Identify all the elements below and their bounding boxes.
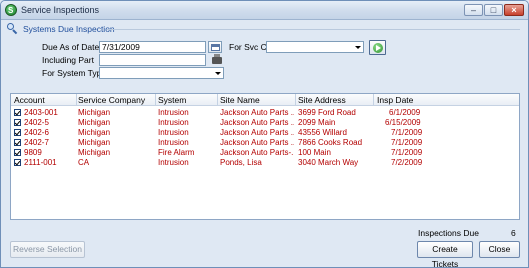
cell-site-address: 100 Main — [298, 148, 331, 157]
column-header-system[interactable]: System — [158, 95, 186, 105]
inspections-due-label: Inspections Due — [418, 228, 479, 238]
title-bar[interactable]: S Service Inspections – □ × — [1, 1, 528, 20]
cell-site-address: 3040 March Way — [298, 158, 359, 167]
checkbox-checked-icon[interactable] — [14, 139, 21, 146]
for-system-type-label: For System Type — [42, 68, 107, 78]
cell-system: Intrusion — [158, 108, 189, 117]
app-icon: S — [5, 4, 17, 16]
cell-site-name: Jackson Auto Parts ... — [220, 108, 294, 117]
grid-header: Account Service Company System Site Name… — [11, 94, 519, 106]
cell-site-name: Ponds, Lisa — [220, 158, 262, 167]
cell-site-name: Jackson Auto Parts-... — [220, 148, 294, 157]
inspections-due-count: 6 — [511, 228, 516, 238]
inspections-grid[interactable]: Account Service Company System Site Name… — [10, 93, 520, 220]
table-row[interactable]: 2402-7 Michigan Intrusion Jackson Auto P… — [11, 138, 519, 147]
cell-service-company: Michigan — [78, 128, 111, 137]
cell-system: Intrusion — [158, 128, 189, 137]
close-icon: × — [511, 5, 517, 15]
maximize-button[interactable]: □ — [484, 4, 503, 16]
cell-system: Intrusion — [158, 118, 189, 127]
cell-system: Intrusion — [158, 158, 189, 167]
close-window-button[interactable]: × — [504, 4, 524, 16]
close-button[interactable]: Close — [479, 241, 520, 258]
cell-account: 2111-001 — [24, 158, 57, 167]
cell-service-company: CA — [78, 158, 90, 167]
for-svc-co-select[interactable] — [266, 41, 364, 53]
column-divider[interactable] — [76, 94, 77, 106]
maximize-icon: □ — [490, 5, 497, 15]
table-row[interactable]: 2111-001 CA Intrusion Ponds, Lisa 3040 M… — [11, 158, 519, 167]
column-divider[interactable] — [295, 94, 296, 106]
column-header-insp-date[interactable]: Insp Date — [377, 95, 413, 105]
go-button[interactable] — [369, 40, 386, 55]
cell-system: Intrusion — [158, 138, 189, 147]
cell-account: 2402-5 — [24, 118, 49, 127]
minimize-button[interactable]: – — [464, 4, 483, 16]
cell-insp-date: 7/1/2009 — [391, 148, 423, 157]
including-part-input[interactable] — [99, 54, 206, 66]
cell-insp-date: 6/1/2009 — [389, 108, 421, 117]
cell-service-company: Michigan — [78, 148, 111, 157]
cell-account: 2402-6 — [24, 128, 49, 137]
cell-site-address: 3699 Ford Road — [298, 108, 356, 117]
cell-site-address: 7866 Cooks Road — [298, 138, 363, 147]
chevron-down-icon[interactable] — [212, 68, 223, 78]
cell-insp-date: 7/2/2009 — [391, 158, 423, 167]
column-header-site-address[interactable]: Site Address — [298, 95, 346, 105]
including-part-label: Including Part — [42, 55, 94, 65]
window-title: Service Inspections — [21, 5, 100, 15]
service-inspections-window: S Service Inspections – □ × Systems Due … — [0, 0, 529, 268]
checkbox-checked-icon[interactable] — [14, 109, 21, 116]
column-header-account[interactable]: Account — [14, 95, 45, 105]
checkbox-checked-icon[interactable] — [14, 129, 21, 136]
due-as-of-date-input[interactable]: 7/31/2009 — [99, 41, 206, 53]
parts-lookup-button[interactable] — [210, 54, 224, 66]
minimize-icon: – — [470, 5, 476, 15]
cell-insp-date: 7/1/2009 — [391, 138, 423, 147]
reverse-selection-button[interactable]: Reverse Selection — [10, 241, 85, 258]
cell-site-address: 43556 Willard — [298, 128, 347, 137]
table-row[interactable]: 2402-6 Michigan Intrusion Jackson Auto P… — [11, 128, 519, 137]
checkbox-checked-icon[interactable] — [14, 159, 21, 166]
table-row[interactable]: 2402-5 Michigan Intrusion Jackson Auto P… — [11, 118, 519, 127]
column-header-service-company[interactable]: Service Company — [78, 95, 145, 105]
column-divider[interactable] — [155, 94, 156, 106]
column-divider[interactable] — [373, 94, 374, 106]
checkbox-checked-icon[interactable] — [14, 119, 21, 126]
magnifier-icon — [7, 23, 18, 35]
cell-system: Fire Alarm — [158, 148, 195, 157]
for-system-type-select[interactable] — [99, 67, 224, 79]
window-controls: – □ × — [464, 4, 524, 16]
cell-service-company: Michigan — [78, 138, 111, 147]
create-tickets-button[interactable]: Create Tickets — [417, 241, 473, 267]
cell-site-name: Jackson Auto Parts ... — [220, 128, 294, 137]
cell-service-company: Michigan — [78, 108, 111, 117]
column-header-site-name[interactable]: Site Name — [220, 95, 260, 105]
section-divider — [107, 29, 520, 30]
cell-account: 9809 — [24, 148, 42, 157]
column-divider[interactable] — [217, 94, 218, 106]
chevron-down-icon[interactable] — [352, 42, 363, 52]
parts-icon — [212, 54, 222, 64]
cell-site-name: Jackson Auto Parts ... — [220, 138, 294, 147]
section-title: Systems Due Inspection — [23, 23, 115, 34]
go-arrow-icon — [373, 43, 383, 53]
section-header: Systems Due Inspection — [7, 22, 115, 35]
calendar-icon — [211, 44, 220, 51]
cell-account: 2403-001 — [24, 108, 58, 117]
cell-insp-date: 7/1/2009 — [391, 128, 423, 137]
cell-insp-date: 6/15/2009 — [385, 118, 421, 127]
cell-account: 2402-7 — [24, 138, 49, 147]
calendar-button[interactable] — [208, 41, 222, 53]
cell-site-address: 2099 Main — [298, 118, 336, 127]
table-row[interactable]: 9809 Michigan Fire Alarm Jackson Auto Pa… — [11, 148, 519, 157]
table-row[interactable]: 2403-001 Michigan Intrusion Jackson Auto… — [11, 108, 519, 117]
cell-site-name: Jackson Auto Parts ... — [220, 118, 294, 127]
checkbox-checked-icon[interactable] — [14, 149, 21, 156]
cell-service-company: Michigan — [78, 118, 111, 127]
due-as-of-date-label: Due As of Date — [42, 42, 100, 52]
